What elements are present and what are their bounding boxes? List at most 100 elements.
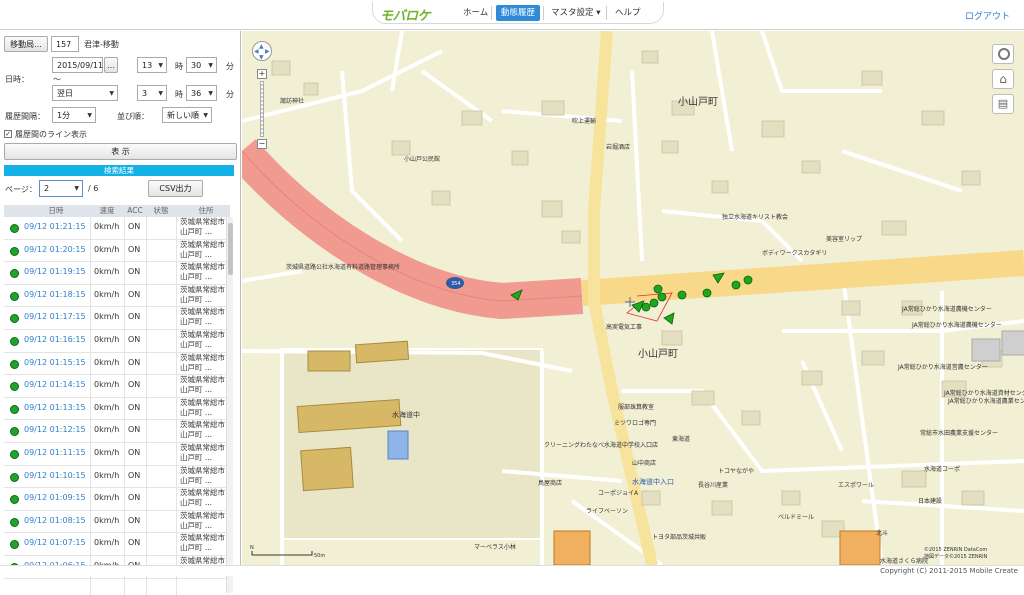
row-datetime-link[interactable]: 09/12 01:19:15 (24, 267, 86, 276)
table-row[interactable]: 09/12 01:11:15 0km/h ON 茨城県常総市 山戸町 ... (4, 443, 226, 466)
start-date-field[interactable]: 2015/09/11 (52, 57, 103, 73)
end-minute-select[interactable]: 36 ▼ (186, 85, 217, 101)
nav-help[interactable]: ヘルプ (610, 5, 646, 21)
map-label: 吹上運輸 (572, 117, 596, 125)
map-label: JA常総ひかり水海道農業センター (947, 397, 1024, 405)
history-table: 日時 速度 ACC 状態 住所 09/12 01:21:15 0km/h ON 茨城県… (4, 205, 230, 595)
row-speed: 0km/h (94, 357, 120, 367)
nav-home[interactable]: ホーム (458, 5, 493, 21)
col-speed[interactable]: 速度 (90, 205, 124, 217)
table-row[interactable]: 09/12 01:09:15 0km/h ON 茨城県常総市 山戸町 ... (4, 488, 226, 511)
row-datetime-link[interactable]: 09/12 01:20:15 (24, 245, 86, 254)
show-button[interactable]: 表 示 (4, 143, 237, 160)
vehicle-status-icon (10, 427, 19, 437)
row-datetime-link[interactable]: 09/12 01:14:15 (24, 380, 86, 389)
line-display-checkbox[interactable]: ✓ (4, 130, 12, 138)
locate-button[interactable] (992, 44, 1014, 64)
nav-history[interactable]: 動態履歴 (496, 5, 541, 21)
table-row[interactable]: 09/12 01:21:15 0km/h ON 茨城県常総市 山戸町 ... (4, 217, 226, 240)
chevron-down-icon: ▼ (208, 90, 213, 97)
col-datetime[interactable]: 日時 (24, 205, 88, 217)
vehicle-select-button[interactable]: 移動局... (4, 36, 48, 52)
arrow-left-icon[interactable]: ◀ (254, 48, 259, 55)
home-icon: ⌂ (999, 72, 1007, 86)
table-row[interactable]: 09/12 01:15:15 0km/h ON 茨城県常総市 山戸町 ... (4, 353, 226, 376)
row-datetime-link[interactable]: 09/12 01:21:15 (24, 222, 86, 231)
row-datetime-link[interactable]: 09/12 01:13:15 (24, 403, 86, 412)
col-address[interactable]: 住所 (176, 205, 230, 217)
table-row[interactable]: 09/12 01:10:15 0km/h ON 茨城県常総市 山戸町 ... (4, 466, 226, 489)
row-datetime-link[interactable]: 09/12 01:18:15 (24, 290, 86, 299)
row-datetime-link[interactable]: 09/12 01:09:15 (24, 493, 86, 502)
table-header: 日時 速度 ACC 状態 住所 (4, 205, 230, 217)
vehicle-status-icon (10, 404, 19, 414)
arrow-right-icon[interactable]: ▶ (265, 48, 270, 55)
table-scrollbar[interactable] (226, 217, 233, 593)
row-acc: ON (128, 538, 141, 548)
zoom-slider[interactable] (260, 81, 264, 137)
logout-link[interactable]: ログアウト (965, 9, 1010, 22)
vehicle-id-field[interactable]: 157 (51, 36, 79, 52)
row-address-line1: 茨城県常総市 (180, 330, 225, 339)
end-date-select[interactable]: 翌日 ▼ (52, 85, 118, 101)
row-address-line2: 山戸町 ... (180, 317, 213, 327)
col-status[interactable]: 状態 (146, 205, 176, 217)
row-datetime-link[interactable]: 09/12 01:12:15 (24, 425, 86, 434)
zoom-in-button[interactable]: + (257, 69, 267, 79)
row-datetime-link[interactable]: 09/12 01:11:15 (24, 448, 86, 457)
vehicle-status-icon (10, 517, 19, 527)
copyright-text: Copyright (C) 2011-2015 Mobile Create (880, 567, 1018, 575)
map-label: トヨタ部品茨城共販 (652, 533, 706, 541)
home-button[interactable]: ⌂ (992, 69, 1014, 89)
end-hour-select[interactable]: 3 ▼ (137, 85, 167, 101)
chevron-down-icon: ▼ (203, 112, 208, 119)
table-row[interactable]: 09/12 01:17:15 0km/h ON 茨城県常総市 山戸町 ... (4, 307, 226, 330)
row-datetime-link[interactable]: 09/12 01:10:15 (24, 471, 86, 480)
row-datetime-link[interactable]: 09/12 01:08:15 (24, 516, 86, 525)
chevron-down-icon: ▼ (158, 62, 163, 69)
map-canvas[interactable]: 諏訪神社 小山戸町 小山戸公民館 吹上運輸 岩堀酒店 独立水海道キリスト教会 ボ… (242, 31, 1024, 565)
table-row[interactable]: 09/12 01:19:15 0km/h ON 茨城県常総市 山戸町 ... (4, 262, 226, 285)
row-speed: 0km/h (94, 470, 120, 480)
table-row[interactable]: 09/12 01:16:15 0km/h ON 茨城県常総市 山戸町 ... (4, 330, 226, 353)
row-speed: 0km/h (94, 493, 120, 503)
sort-select[interactable]: 新しい順 ▼ (162, 107, 212, 123)
map-label: 水海道中 (392, 410, 420, 419)
table-row[interactable]: 09/12 01:07:15 0km/h ON 茨城県常総市 山戸町 ... (4, 533, 226, 556)
csv-export-button[interactable]: CSV出力 (148, 180, 203, 197)
table-row[interactable]: 09/12 01:12:15 0km/h ON 茨城県常総市 山戸町 ... (4, 420, 226, 443)
calendar-button[interactable]: … (104, 57, 118, 73)
table-row[interactable]: 09/12 01:14:15 0km/h ON 茨城県常総市 山戸町 ... (4, 375, 226, 398)
table-row[interactable]: 09/12 01:13:15 0km/h ON 茨城県常総市 山戸町 ... (4, 398, 226, 421)
app-logo[interactable]: モバロケ (380, 5, 431, 24)
map-label: ミツワロゴ専門 (614, 419, 656, 427)
col-acc[interactable]: ACC (124, 205, 146, 217)
map-label: ベルドミール (778, 514, 814, 521)
row-speed: 0km/h (94, 515, 120, 525)
table-row[interactable]: 09/12 01:20:15 0km/h ON 茨城県常総市 山戸町 ... (4, 240, 226, 263)
row-datetime-link[interactable]: 09/12 01:15:15 (24, 358, 86, 367)
arrow-down-icon[interactable]: ▼ (259, 54, 264, 61)
map-view[interactable]: 諏訪神社 小山戸町 小山戸公民館 吹上運輸 岩堀酒店 独立水海道キリスト教会 ボ… (242, 31, 1024, 565)
row-datetime-link[interactable]: 09/12 01:16:15 (24, 335, 86, 344)
zoom-out-button[interactable]: − (257, 139, 267, 149)
print-button[interactable]: ▤ (992, 94, 1014, 114)
print-icon: ▤ (997, 97, 1009, 110)
row-acc: ON (128, 222, 141, 231)
interval-select[interactable]: 1分 ▼ (52, 107, 96, 123)
scrollbar-thumb[interactable] (228, 223, 233, 275)
table-row[interactable]: 09/12 01:18:15 0km/h ON 茨城県常総市 山戸町 ... (4, 285, 226, 308)
row-datetime-link[interactable]: 09/12 01:07:15 (24, 538, 86, 547)
vehicle-status-icon (10, 450, 19, 459)
start-minute-select[interactable]: 30 ▼ (186, 57, 217, 73)
pan-control[interactable]: ▲ ◀ ▶ ▼ (252, 41, 272, 61)
chevron-down-icon: ▼ (158, 90, 163, 97)
row-datetime-link[interactable]: 09/12 01:17:15 (24, 312, 86, 321)
arrow-up-icon[interactable]: ▲ (259, 43, 264, 50)
table-row[interactable]: 09/12 01:08:15 0km/h ON 茨城県常総市 山戸町 ... (4, 511, 226, 534)
map-copyright: ©2015 ZENRIN DataCom (924, 546, 987, 553)
nav-master-settings[interactable]: マスタ設定 ▾ (546, 5, 605, 21)
map-label: 小山戸公民館 (404, 155, 440, 163)
page-select[interactable]: 2 ▼ (39, 180, 83, 197)
start-hour-select[interactable]: 13 ▼ (137, 57, 167, 73)
